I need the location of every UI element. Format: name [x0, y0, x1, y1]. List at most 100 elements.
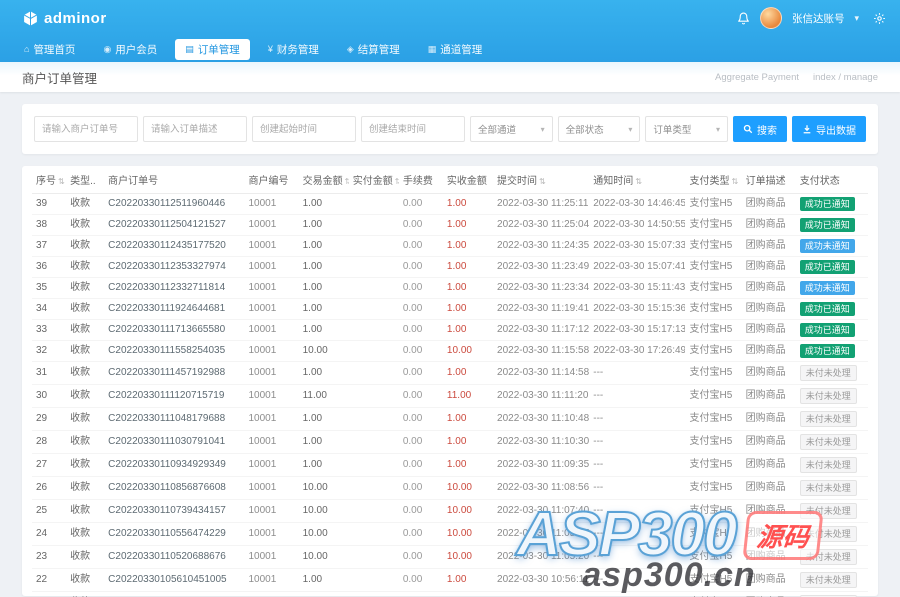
cell-merchant-order-no: C20220330112504121527: [104, 214, 245, 236]
cell-notify-time: ---: [589, 545, 686, 569]
cell-order-desc: 团购商品: [741, 384, 796, 408]
start-time-input[interactable]: [252, 116, 356, 142]
search-button[interactable]: 搜索: [733, 116, 788, 142]
settings-gear-icon[interactable]: [873, 12, 886, 25]
table-row: 23 收款 C20220330110520688676 10001 10.00 0.00 1…: [32, 545, 868, 569]
cell-type: 收款: [66, 430, 105, 454]
cell-notify-time: ---: [589, 453, 686, 477]
notification-bell-icon[interactable]: [737, 12, 750, 25]
column-header[interactable]: 交易金额⇅: [298, 166, 349, 194]
cell-pay-type: 支付宝H5: [685, 522, 742, 546]
cell-type: 收款: [66, 298, 105, 320]
cell-merchant-no: 10001: [244, 545, 299, 569]
column-header[interactable]: 序号 ⇅: [32, 166, 67, 194]
table-row: 30 收款 C20220330111120715719 10001 11.00 0.00 1…: [32, 384, 868, 408]
cell-paid-amount: [348, 277, 399, 299]
cell-paid-amount: [348, 361, 399, 385]
status-badge: 未付未处理: [799, 503, 857, 519]
cell-serial: 36: [32, 256, 67, 278]
cell-received-amount: 1.00: [442, 591, 494, 597]
cell-fee: 0.00: [398, 453, 443, 477]
cell-merchant-no: 10001: [244, 340, 299, 362]
nav-item-label: 财务管理: [276, 43, 319, 56]
cell-trade-amount: 10.00: [298, 340, 349, 362]
cell-submit-time: 2022-03-30 11:10:48: [493, 407, 590, 431]
cell-submit-time: 2022-03-30 11:08:56: [493, 476, 590, 500]
cell-submit-time: 2022-03-30 11:05:20: [493, 545, 590, 569]
cell-submit-time: 2022-03-30 11:09:35: [493, 453, 590, 477]
column-header[interactable]: 提交时间 ⇅: [493, 166, 590, 194]
cell-paid-amount: [348, 430, 399, 454]
cell-merchant-no: 10001: [244, 319, 299, 341]
table-row: 35 收款 C20220330112332711814 10001 1.00 0.00 1.…: [32, 277, 868, 299]
sort-icon[interactable]: ⇅: [635, 177, 642, 186]
cell-pay-status: 未付未处理: [795, 384, 868, 408]
sort-icon[interactable]: ⇅: [539, 177, 546, 186]
cell-submit-time: 2022-03-30 11:14:58: [493, 361, 590, 385]
export-data-button[interactable]: 导出数据: [792, 116, 867, 142]
cell-pay-type: 支付宝H5: [685, 591, 742, 597]
cell-trade-amount: 1.00: [298, 361, 349, 385]
orders-table: 序号⇅类型..商户订单号商户编号交易金额⇅实付金额⇅手续费实收金额提交时间⇅通知…: [32, 166, 868, 597]
cell-serial: 35: [32, 277, 67, 299]
sort-icon[interactable]: ⇅: [731, 177, 738, 186]
cell-pay-type: 支付宝H5: [685, 235, 742, 257]
cell-received-amount: 1.00: [442, 193, 494, 215]
cell-notify-time: ---: [589, 430, 686, 454]
cell-fee: 0.00: [398, 476, 443, 500]
end-time-input[interactable]: [361, 116, 465, 142]
cell-serial: 28: [32, 430, 67, 454]
nav-item-用户会员[interactable]: ◉ 用户会员: [93, 39, 167, 60]
cell-pay-status: 未付未处理: [795, 499, 868, 523]
breadcrumb[interactable]: index / manage: [813, 72, 878, 83]
sort-icon[interactable]: ⇅: [345, 177, 349, 186]
user-name[interactable]: 张信达账号: [792, 11, 845, 26]
cell-order-desc: 团购商品: [741, 340, 796, 362]
cell-received-amount: 1.00: [442, 214, 494, 236]
column-header: 类型..: [66, 166, 105, 194]
cell-trade-amount: 10.00: [298, 522, 349, 546]
cell-order-desc: 团购商品: [741, 453, 796, 477]
cell-received-amount: 1.00: [442, 407, 494, 431]
cell-trade-amount: 10.00: [298, 476, 349, 500]
cell-notify-time: ---: [589, 499, 686, 523]
cell-paid-amount: [348, 522, 399, 546]
cell-serial: 39: [32, 193, 67, 215]
channel-select[interactable]: 全部通道 ▾: [470, 116, 553, 142]
cell-pay-type: 支付宝H5: [685, 277, 742, 299]
nav-item-管理首页[interactable]: ⌂ 管理首页: [14, 39, 85, 60]
sort-icon[interactable]: ⇅: [395, 177, 399, 186]
column-header[interactable]: 实付金额⇅: [348, 166, 399, 194]
cell-type: 收款: [66, 277, 105, 299]
cell-merchant-order-no: C20220330110856876608: [104, 476, 245, 500]
order-type-select[interactable]: 订单类型 ▾: [645, 116, 729, 142]
nav-item-通道管理[interactable]: ▦ 通道管理: [418, 39, 493, 60]
status-select[interactable]: 全部状态 ▾: [557, 116, 641, 142]
column-header[interactable]: 支付类型 ⇅: [685, 166, 742, 194]
nav-item-结算管理[interactable]: ◈ 结算管理: [337, 39, 410, 60]
orders-icon: ▤: [185, 43, 194, 54]
cell-merchant-order-no: C20220330105610451005: [104, 568, 245, 592]
cell-type: 收款: [66, 568, 105, 592]
cell-merchant-order-no: C20220330111048179688: [104, 407, 245, 431]
cell-trade-amount: 1.00: [298, 453, 349, 477]
cell-pay-type: 支付宝H5: [685, 193, 742, 215]
order-desc-input[interactable]: [143, 116, 247, 142]
sort-icon[interactable]: ⇅: [58, 177, 65, 186]
nav-item-财务管理[interactable]: ¥ 财务管理: [258, 39, 329, 60]
cell-submit-time: 2022-03-30 10:55:38: [493, 591, 590, 597]
user-avatar[interactable]: [759, 7, 782, 29]
cell-trade-amount: 1.00: [298, 256, 349, 278]
user-menu-caret-icon[interactable]: ▾: [854, 13, 859, 24]
cell-fee: 0.00: [398, 298, 443, 320]
merchant-order-no-input[interactable]: [34, 116, 138, 142]
cell-received-amount: 1.00: [442, 453, 494, 477]
cell-received-amount: 10.00: [442, 476, 494, 500]
cell-type: 收款: [66, 499, 105, 523]
column-header[interactable]: 通知时间 ⇅: [589, 166, 686, 194]
cell-merchant-no: 10001: [244, 522, 299, 546]
cell-received-amount: 11.00: [442, 384, 494, 408]
status-badge: 未付未处理: [799, 411, 857, 427]
status-badge: 成功已通知: [799, 218, 855, 232]
nav-item-订单管理[interactable]: ▤ 订单管理: [175, 38, 250, 60]
